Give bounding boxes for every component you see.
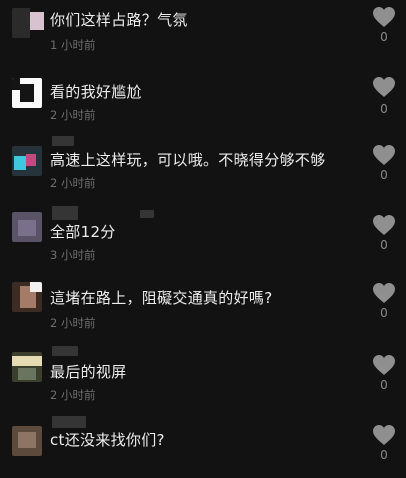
like-count: 0	[380, 102, 388, 116]
username-redacted	[52, 346, 78, 356]
heart-icon[interactable]	[372, 282, 396, 304]
username-redacted	[52, 206, 78, 220]
comment-time: 2 小时前	[50, 316, 96, 330]
heart-icon[interactable]	[372, 6, 396, 28]
comment-text: 看的我好尴尬	[50, 83, 142, 101]
comment-item[interactable]: 這堵在路上，阻礙交通真的好嗎? 2 小时前 0	[0, 276, 406, 342]
like-count: 0	[380, 448, 388, 462]
comment-item[interactable]: 最后的视屏 2 小时前 0	[0, 342, 406, 408]
avatar[interactable]	[12, 352, 42, 382]
comment-time: 2 小时前	[50, 176, 96, 190]
comment-text: ct还没来找你们?	[50, 431, 165, 449]
avatar[interactable]	[12, 212, 42, 242]
comment-text: 全部12分	[50, 223, 116, 241]
avatar[interactable]	[12, 146, 42, 176]
comment-text: 最后的视屏	[50, 363, 127, 381]
heart-icon[interactable]	[372, 144, 396, 166]
comment-item[interactable]: 全部12分 3 小时前 0	[0, 204, 406, 270]
avatar[interactable]	[12, 8, 44, 38]
comment-item[interactable]: 你们这样占路？气氛 1 小时前 0	[0, 0, 406, 66]
comment-text: 這堵在路上，阻礙交通真的好嗎?	[50, 289, 273, 307]
comment-time: 1 小时前	[50, 38, 96, 52]
avatar[interactable]	[12, 78, 42, 108]
comment-item[interactable]: ct还没来找你们? 0	[0, 412, 406, 478]
like-count: 0	[380, 378, 388, 392]
heart-icon[interactable]	[372, 424, 396, 446]
like-count: 0	[380, 238, 388, 252]
heart-icon[interactable]	[372, 214, 396, 236]
username-redacted	[52, 416, 86, 428]
heart-icon[interactable]	[372, 76, 396, 98]
avatar[interactable]	[12, 282, 42, 312]
heart-icon[interactable]	[372, 354, 396, 376]
comment-text: 高速上这样玩，可以哦。不晓得分够不够	[50, 151, 326, 169]
comment-time: 3 小时前	[50, 248, 96, 262]
username-redacted	[52, 136, 74, 146]
comment-item[interactable]: 看的我好尴尬 2 小时前 0	[0, 70, 406, 136]
like-count: 0	[380, 30, 388, 44]
comment-time: 2 小时前	[50, 388, 96, 402]
like-count: 0	[380, 306, 388, 320]
like-count: 0	[380, 168, 388, 182]
username-redacted	[140, 210, 154, 218]
comment-item[interactable]: 高速上这样玩，可以哦。不晓得分够不够 2 小时前 0	[0, 136, 406, 202]
comment-text: 你们这样占路？气氛	[50, 11, 188, 29]
comment-time: 2 小时前	[50, 108, 96, 122]
